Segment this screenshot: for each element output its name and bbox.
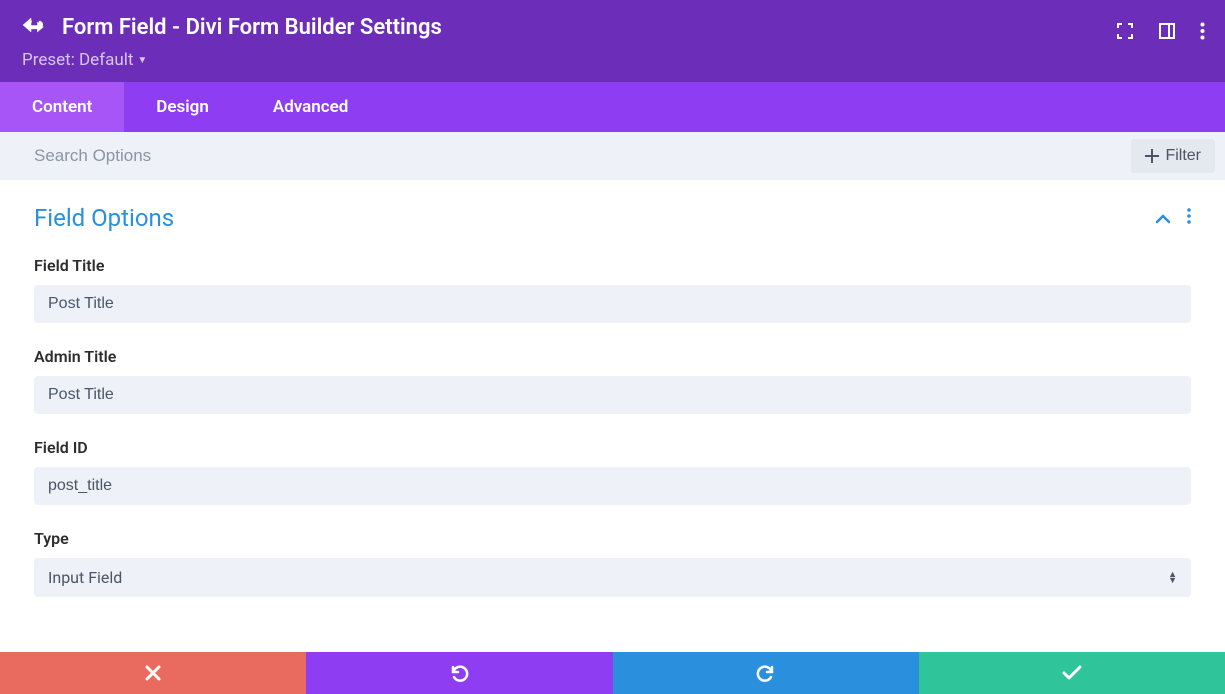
type-label: Type — [34, 529, 1191, 548]
collapse-section-icon[interactable] — [1155, 209, 1171, 228]
close-icon — [145, 665, 161, 681]
tabs: Content Design Advanced — [0, 82, 1225, 132]
field-id-label: Field ID — [34, 438, 1191, 457]
expand-icon[interactable] — [1116, 22, 1134, 44]
modal-title: Form Field - Divi Form Builder Settings — [62, 15, 442, 40]
tab-design[interactable]: Design — [124, 82, 241, 132]
plus-icon — [1145, 149, 1159, 163]
check-icon — [1062, 665, 1082, 681]
modal-header: Form Field - Divi Form Builder Settings … — [0, 0, 1225, 82]
tab-content[interactable]: Content — [0, 82, 124, 132]
type-select[interactable]: Input Field — [34, 558, 1191, 597]
filter-button[interactable]: Filter — [1131, 139, 1215, 173]
redo-button[interactable] — [613, 652, 919, 694]
preset-dropdown[interactable]: Preset: Default ▼ — [22, 50, 147, 70]
field-id-input[interactable] — [34, 467, 1191, 505]
back-button[interactable] — [22, 14, 48, 40]
footer-actions — [0, 652, 1225, 694]
section-menu-icon[interactable] — [1187, 208, 1191, 228]
redo-icon — [756, 663, 776, 683]
kebab-menu-icon[interactable] — [1200, 22, 1205, 44]
cancel-button[interactable] — [0, 652, 306, 694]
search-input[interactable] — [34, 146, 1131, 166]
preset-label: Preset: Default — [22, 50, 133, 70]
layout-icon[interactable] — [1158, 22, 1176, 44]
filter-label: Filter — [1165, 147, 1201, 165]
tab-advanced[interactable]: Advanced — [241, 82, 381, 132]
confirm-button[interactable] — [919, 652, 1225, 694]
undo-icon — [449, 663, 469, 683]
caret-down-icon: ▼ — [137, 55, 147, 66]
content-panel: Field Options Field Title Admin Title Fi… — [0, 180, 1225, 631]
field-title-label: Field Title — [34, 256, 1191, 275]
field-title-input[interactable] — [34, 285, 1191, 323]
search-row: Filter — [0, 132, 1225, 180]
admin-title-label: Admin Title — [34, 347, 1191, 366]
undo-button[interactable] — [306, 652, 612, 694]
back-arrow-icon — [22, 16, 48, 38]
admin-title-input[interactable] — [34, 376, 1191, 414]
section-title: Field Options — [34, 204, 174, 232]
